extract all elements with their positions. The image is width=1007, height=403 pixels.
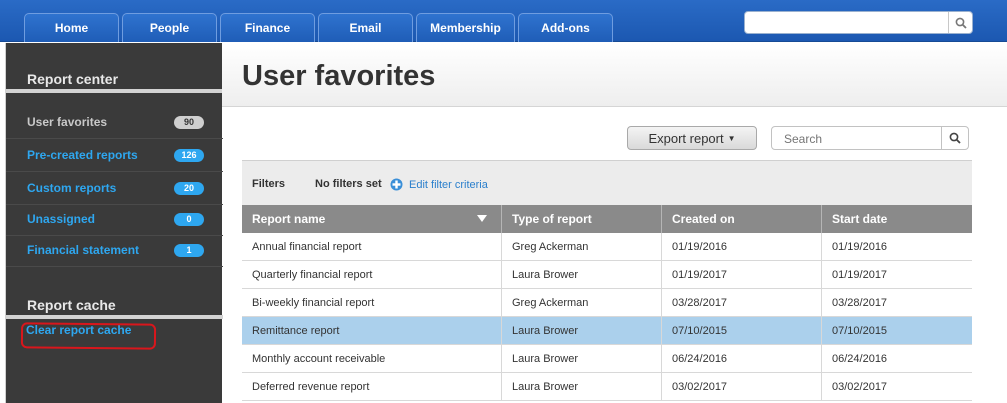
sort-down-icon[interactable] xyxy=(477,215,487,222)
nav-tab-email[interactable]: Email xyxy=(318,13,413,42)
column-header-created-on[interactable]: Created on xyxy=(662,205,822,233)
table-row[interactable]: Quarterly financial report Laura Brower … xyxy=(242,261,972,289)
sidebar-item-custom-reports[interactable]: Custom reports 20 xyxy=(6,172,223,205)
cell-start-date: 01/19/2017 xyxy=(832,268,888,281)
caret-down-icon: ▼ xyxy=(727,133,736,143)
cell-created-on: 07/10/2015 xyxy=(662,317,822,344)
count-badge: 126 xyxy=(174,148,204,162)
count-badge: 90 xyxy=(174,115,204,129)
cell-type-of-report: Laura Brower xyxy=(502,345,662,372)
filters-value: No filters set xyxy=(315,178,382,190)
cell-report-name: Bi-weekly financial report xyxy=(242,289,502,316)
divider xyxy=(6,89,223,93)
cell-start-date: 07/10/2015 xyxy=(832,324,888,337)
cell-start-date: 03/02/2017 xyxy=(832,380,888,393)
cell-type-of-report: Laura Brower xyxy=(502,373,662,400)
report-search-input[interactable] xyxy=(784,131,934,146)
sidebar-item-financial-statement[interactable]: Financial statement 1 xyxy=(6,234,223,267)
divider xyxy=(6,315,223,319)
cell-type-of-report: Greg Ackerman xyxy=(502,233,662,260)
column-header-report-name[interactable]: Report name xyxy=(242,205,502,233)
count-badge: 0 xyxy=(174,212,204,226)
sidebar-item-label: Custom reports xyxy=(27,181,117,195)
cell-start-date: 06/24/2016 xyxy=(832,352,888,365)
main-nav: Home People Finance Email Membership Add… xyxy=(24,13,616,42)
column-label: Type of report xyxy=(512,212,592,226)
cell-start-date: 01/19/2016 xyxy=(832,240,888,253)
cell-type-of-report: Laura Brower xyxy=(502,261,662,288)
search-icon xyxy=(949,132,961,144)
cell-start-date: 03/28/2017 xyxy=(832,296,888,309)
column-label: Start date xyxy=(832,212,888,226)
plus-icon[interactable] xyxy=(390,178,403,191)
cell-created-on: 06/24/2016 xyxy=(662,345,822,372)
cell-report-name: Quarterly financial report xyxy=(242,261,502,288)
export-report-button[interactable]: Export report ▼ xyxy=(627,126,757,150)
cell-type-of-report: Greg Ackerman xyxy=(502,289,662,316)
sidebar-item-label: Financial statement xyxy=(27,243,140,257)
column-header-start-date[interactable]: Start date xyxy=(822,205,972,233)
global-search-button[interactable] xyxy=(948,12,972,33)
column-label: Created on xyxy=(672,212,735,226)
report-search-button[interactable] xyxy=(941,127,968,149)
cell-created-on: 01/19/2017 xyxy=(662,261,822,288)
report-search xyxy=(771,126,969,150)
cell-created-on: 03/28/2017 xyxy=(662,289,822,316)
annotation-highlight xyxy=(20,322,157,350)
edit-filter-criteria-link[interactable]: Edit filter criteria xyxy=(409,179,488,191)
report-cache-heading: Report cache xyxy=(27,297,116,313)
column-header-type-of-report[interactable]: Type of report xyxy=(502,205,662,233)
page-header: User favorites xyxy=(222,43,1007,107)
sidebar-item-label: Unassigned xyxy=(27,212,96,226)
sidebar-item-user-favorites[interactable]: User favorites 90 xyxy=(6,106,223,139)
nav-tab-people[interactable]: People xyxy=(122,13,217,42)
cell-type-of-report: Laura Brower xyxy=(502,317,662,344)
table-row[interactable]: Annual financial report Greg Ackerman 01… xyxy=(242,233,972,261)
count-badge: 20 xyxy=(174,181,204,195)
cell-report-name: Monthly account receivable xyxy=(242,345,502,372)
export-report-label: Export report xyxy=(648,130,724,146)
nav-tab-membership[interactable]: Membership xyxy=(416,13,515,42)
search-icon xyxy=(955,17,967,29)
sidebar-item-pre-created-reports[interactable]: Pre-created reports 126 xyxy=(6,139,223,172)
sidebar-item-label: Pre-created reports xyxy=(27,148,138,162)
global-search xyxy=(744,11,973,34)
nav-tab-add-ons[interactable]: Add-ons xyxy=(518,13,613,42)
report-center-heading: Report center xyxy=(27,71,119,87)
sidebar-item-label: User favorites xyxy=(27,115,108,129)
page-title: User favorites xyxy=(242,60,436,92)
global-search-input[interactable] xyxy=(749,14,945,31)
table-row[interactable]: Deferred revenue report Laura Brower 03/… xyxy=(242,373,972,401)
column-label: Report name xyxy=(252,212,326,226)
report-center-header: Report center xyxy=(6,43,223,93)
report-table-body: Annual financial report Greg Ackerman 01… xyxy=(242,233,972,401)
filters-bar: Filters No filters set Edit filter crite… xyxy=(242,160,972,205)
cell-created-on: 03/02/2017 xyxy=(662,373,822,400)
sidebar-item-unassigned[interactable]: Unassigned 0 xyxy=(6,203,223,236)
cell-created-on: 01/19/2016 xyxy=(662,233,822,260)
cell-report-name: Annual financial report xyxy=(242,233,502,260)
table-row[interactable]: Bi-weekly financial report Greg Ackerman… xyxy=(242,289,972,317)
filters-label: Filters xyxy=(252,178,286,190)
count-badge: 1 xyxy=(174,243,204,257)
top-navigation-bar: Home People Finance Email Membership Add… xyxy=(0,0,1007,42)
nav-tab-finance[interactable]: Finance xyxy=(220,13,315,42)
report-cache-header: Report cache xyxy=(6,269,223,319)
table-row[interactable]: Monthly account receivable Laura Brower … xyxy=(242,345,972,373)
table-row-selected[interactable]: Remittance report Laura Brower 07/10/201… xyxy=(242,317,972,345)
sidebar: Report center User favorites 90 Pre-crea… xyxy=(5,43,223,403)
table-header: Report name Type of report Created on St… xyxy=(242,205,972,233)
cell-report-name: Deferred revenue report xyxy=(242,373,502,400)
cell-report-name: Remittance report xyxy=(242,317,502,344)
nav-tab-home[interactable]: Home xyxy=(24,13,119,42)
